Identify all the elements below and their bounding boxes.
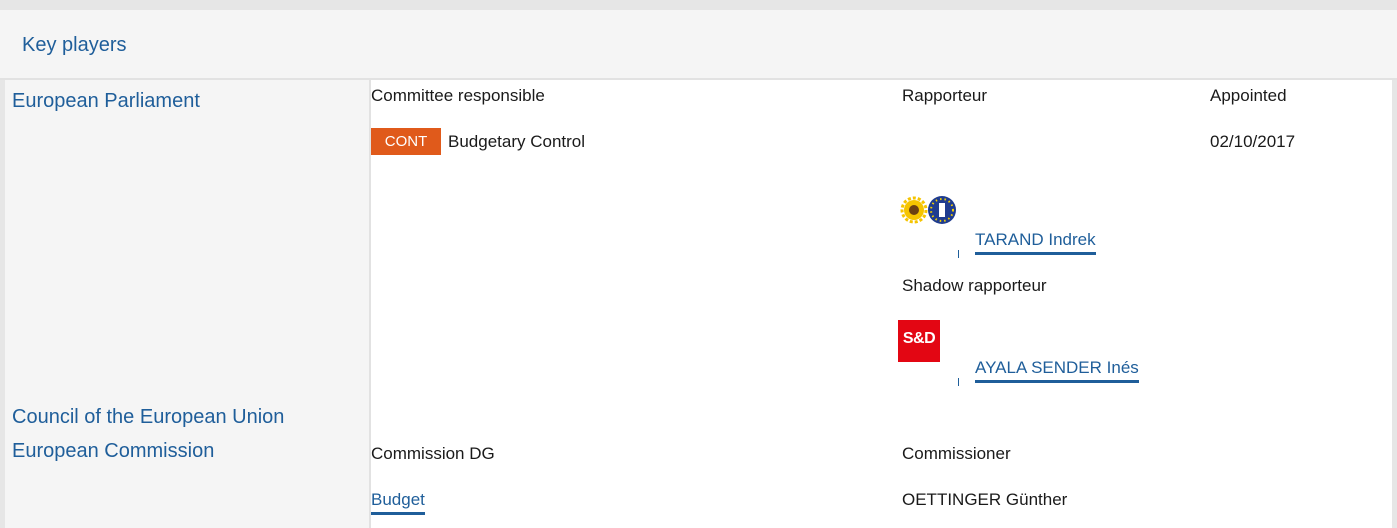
committee-responsible-header: Committee responsible	[371, 86, 545, 105]
shadow-rapporteur-label: Shadow rapporteur	[902, 276, 1047, 295]
committee-code-badge: CONT	[371, 128, 441, 155]
link-marker	[958, 250, 959, 258]
commissioner-header: Commissioner	[902, 444, 1011, 463]
shadow-rapporteur-link[interactable]: AYALA SENDER Inés	[975, 358, 1139, 383]
sd-group-logo-icon: S&D	[898, 320, 940, 362]
institution-european-parliament[interactable]: European Parliament	[12, 90, 200, 113]
commissioner-name: OETTINGER Günther	[902, 490, 1068, 509]
appointed-date: 02/10/2017	[1210, 132, 1296, 151]
commission-dg-link[interactable]: Budget	[371, 490, 425, 515]
section-header: Key players	[0, 0, 1397, 80]
institutions-column: European Parliament Council of the Europ…	[5, 80, 371, 528]
institution-european-commission[interactable]: European Commission	[12, 440, 214, 463]
section-title: Key players	[22, 34, 127, 56]
commission-dg-header: Commission DG	[371, 444, 495, 463]
greens-efa-logo-icon	[900, 196, 956, 224]
rapporteur-link[interactable]: TARAND Indrek	[975, 230, 1096, 255]
appointed-header: Appointed	[1210, 86, 1287, 105]
link-marker	[958, 378, 959, 386]
committee-name: Budgetary Control	[448, 132, 586, 151]
institution-council[interactable]: Council of the European Union	[12, 406, 284, 429]
rapporteur-header: Rapporteur	[902, 86, 988, 105]
